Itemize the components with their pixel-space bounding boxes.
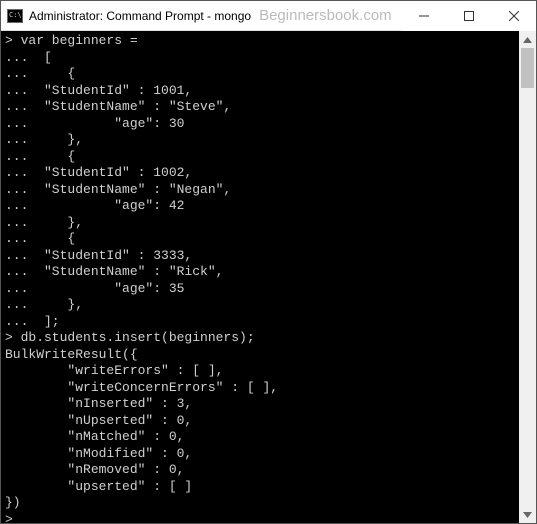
window-controls: [401, 1, 536, 31]
terminal-line: ... "StudentName" : "Rick",: [5, 264, 515, 281]
terminal-line: }): [5, 495, 515, 512]
terminal-area[interactable]: > var beginners = ... [ ... { ... "Stude…: [1, 31, 536, 523]
terminal-line: "writeErrors" : [ ],: [5, 363, 515, 380]
terminal-line: ... {: [5, 66, 515, 83]
terminal-line: ... "age": 30: [5, 116, 515, 133]
terminal-line: "nInserted" : 3,: [5, 396, 515, 413]
minimize-button[interactable]: [401, 1, 446, 31]
scrollbar[interactable]: [519, 31, 536, 523]
terminal-line: ... "age": 35: [5, 281, 515, 298]
terminal-line: ... "StudentId" : 1002,: [5, 165, 515, 182]
close-button[interactable]: [491, 1, 536, 31]
watermark-text: Beginnersbook.com: [259, 7, 392, 24]
terminal-line: ... },: [5, 132, 515, 149]
scrollbar-track[interactable]: [519, 48, 536, 506]
terminal-line: ... "StudentName" : "Negan",: [5, 182, 515, 199]
terminal-line: "nUpserted" : 0,: [5, 413, 515, 430]
terminal-line: ... ];: [5, 314, 515, 331]
terminal-line: ... },: [5, 297, 515, 314]
terminal-line: ... "age": 42: [5, 198, 515, 215]
window-title: Administrator: Command Prompt - mongo: [29, 9, 251, 23]
titlebar[interactable]: Administrator: Command Prompt - mongo Be…: [1, 1, 536, 31]
terminal-line: "nMatched" : 0,: [5, 429, 515, 446]
cmd-icon: [7, 9, 23, 23]
command-prompt-window: Administrator: Command Prompt - mongo Be…: [0, 0, 537, 524]
terminal-line: ... },: [5, 215, 515, 232]
terminal-line: ... "StudentId" : 1001,: [5, 83, 515, 100]
terminal-line: ... "StudentId" : 3333,: [5, 248, 515, 265]
terminal-content: > var beginners = ... [ ... { ... "Stude…: [5, 33, 515, 523]
terminal-line: ... {: [5, 149, 515, 166]
terminal-line: >: [5, 512, 515, 524]
maximize-button[interactable]: [446, 1, 491, 31]
terminal-line: > db.students.insert(beginners);: [5, 330, 515, 347]
terminal-line: BulkWriteResult({: [5, 347, 515, 364]
terminal-line: ... [: [5, 50, 515, 67]
scroll-up-arrow-icon[interactable]: [519, 31, 536, 48]
scrollbar-thumb[interactable]: [521, 48, 534, 88]
terminal-line: ... {: [5, 231, 515, 248]
scroll-down-arrow-icon[interactable]: [519, 506, 536, 523]
terminal-line: "upserted" : [ ]: [5, 479, 515, 496]
terminal-line: "writeConcernErrors" : [ ],: [5, 380, 515, 397]
terminal-line: > var beginners =: [5, 33, 515, 50]
terminal-line: "nRemoved" : 0,: [5, 462, 515, 479]
terminal-line: "nModified" : 0,: [5, 446, 515, 463]
terminal-line: ... "StudentName" : "Steve",: [5, 99, 515, 116]
